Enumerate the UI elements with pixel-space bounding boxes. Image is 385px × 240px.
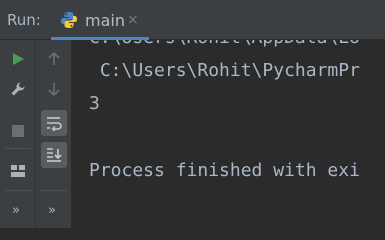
run-label: Run:: [7, 11, 41, 29]
down-arrow-icon: [48, 83, 60, 96]
run-icon: [13, 53, 24, 65]
stop-icon: [12, 125, 24, 137]
soft-wrap-icon: [47, 117, 62, 131]
toolbar-separator: [41, 190, 67, 191]
restore-layout-button[interactable]: [5, 158, 31, 184]
soft-wrap-button[interactable]: [41, 110, 67, 136]
toolbar-separator: [5, 190, 31, 191]
close-tab-icon[interactable]: ×: [127, 13, 139, 27]
next-occurrence-button[interactable]: [41, 76, 67, 102]
stop-button[interactable]: [5, 118, 31, 144]
wrench-icon: [11, 82, 25, 96]
scroll-to-end-icon: [47, 148, 62, 162]
console-line: C:\Users\Rohit\AppData\Lo: [89, 40, 360, 49]
previous-occurrence-button[interactable]: [41, 46, 67, 72]
console-line: C:\Users\Rohit\PycharmPr: [89, 60, 360, 81]
console-output[interactable]: C:\Users\Rohit\AppData\Lo C:\Users\Rohit…: [73, 40, 385, 228]
run-toolbar: »: [0, 40, 36, 228]
edit-configuration-button[interactable]: [5, 76, 31, 102]
console-toolbar: »: [36, 40, 72, 228]
toolbar-separator: [5, 148, 31, 149]
layout-icon: [11, 165, 25, 177]
tab-main[interactable]: main: [85, 11, 125, 30]
scroll-to-end-button[interactable]: [41, 142, 67, 168]
run-tool-window-header: Run: main ×: [0, 0, 385, 40]
python-icon: [61, 12, 77, 28]
more-actions-icon[interactable]: »: [12, 204, 20, 217]
console-line: 3: [89, 93, 100, 114]
up-arrow-icon: [48, 52, 60, 65]
more-actions-icon[interactable]: »: [48, 204, 56, 217]
rerun-button[interactable]: [5, 46, 31, 72]
console-line: Process finished with exi: [89, 160, 360, 181]
